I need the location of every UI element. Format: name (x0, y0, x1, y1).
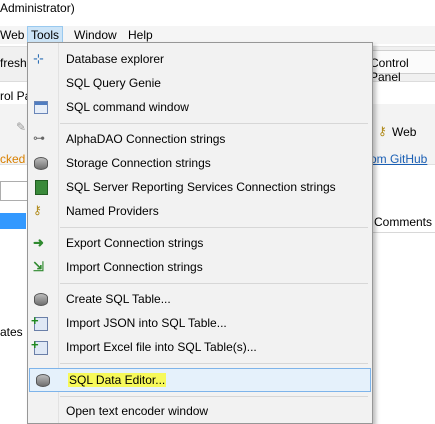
storage-icon (34, 157, 48, 170)
menu-item-sql-query-genie[interactable]: SQL Query Genie (28, 72, 372, 94)
menu-separator (60, 363, 368, 364)
menu-item-sql-data-editor[interactable]: SQL Data Editor... (29, 368, 371, 392)
tab-control-panel-label: Control Panel (370, 56, 409, 84)
menu-item-create-sql-table[interactable]: Create SQL Table... (28, 288, 372, 310)
comments-column-header[interactable]: Comments (370, 210, 435, 233)
menu-item-import-excel[interactable]: Import Excel file into SQL Table(s)... (28, 336, 372, 358)
menu-separator (60, 283, 368, 284)
menu-separator (60, 227, 368, 228)
database-icon (34, 293, 48, 306)
menu-window[interactable]: Window (74, 28, 117, 42)
menu-item-sql-command-window[interactable]: SQL command window (28, 96, 372, 118)
menu-item-named-providers[interactable]: ⚷ Named Providers (28, 200, 372, 222)
window-title: Administrator) (0, 1, 75, 15)
menu-item-storage-connection-strings[interactable]: Storage Connection strings (28, 152, 372, 174)
refresh-button[interactable]: fresh (0, 56, 27, 70)
web-button[interactable]: Web (392, 125, 416, 139)
database-explorer-icon: ⊹ (33, 51, 44, 66)
menu-separator (60, 396, 368, 397)
menu-item-open-text-encoder[interactable]: Open text encoder window (28, 400, 372, 422)
database-icon (36, 374, 50, 387)
status-text: cked (0, 152, 26, 166)
menu-item-database-explorer[interactable]: ⊹ Database explorer (28, 48, 372, 70)
menu-separator (60, 123, 368, 124)
import-icon: ⇲ (33, 259, 44, 274)
key-icon: ⚷ (378, 124, 387, 138)
title-bar: Administrator) (0, 0, 435, 18)
menu-item-export-connection-strings[interactable]: ➜ Export Connection strings (28, 232, 372, 254)
sql-data-editor-label: SQL Data Editor... (68, 373, 167, 387)
github-link[interactable]: om GitHub (370, 152, 427, 166)
tab-control-panel[interactable]: Control Panel (365, 50, 435, 84)
pencil-icon[interactable]: ✎ (16, 120, 26, 134)
import-table-icon (31, 313, 48, 331)
menu-web[interactable]: Web (0, 28, 24, 42)
menu-help[interactable]: Help (128, 28, 153, 42)
tools-menu: ⊹ Database explorer SQL Query Genie SQL … (27, 42, 373, 424)
side-label: ates (0, 325, 23, 339)
report-icon (35, 180, 48, 195)
menu-item-import-connection-strings[interactable]: ⇲ Import Connection strings (28, 256, 372, 278)
comments-header-label: Comments (374, 215, 433, 229)
import-table-icon (31, 337, 48, 355)
key-icon: ⚷ (33, 203, 42, 217)
menu-item-alphadao-connection-strings[interactable]: ⊶ AlphaDAO Connection strings (28, 128, 372, 150)
selected-list-item[interactable] (0, 213, 26, 229)
window-icon (34, 101, 48, 114)
export-icon: ➜ (33, 235, 44, 250)
left-input[interactable] (0, 181, 28, 201)
menu-item-ssrs-connection-strings[interactable]: SQL Server Reporting Services Connection… (28, 176, 372, 198)
link-icon: ⊶ (33, 131, 45, 145)
menu-item-import-json[interactable]: Import JSON into SQL Table... (28, 312, 372, 334)
